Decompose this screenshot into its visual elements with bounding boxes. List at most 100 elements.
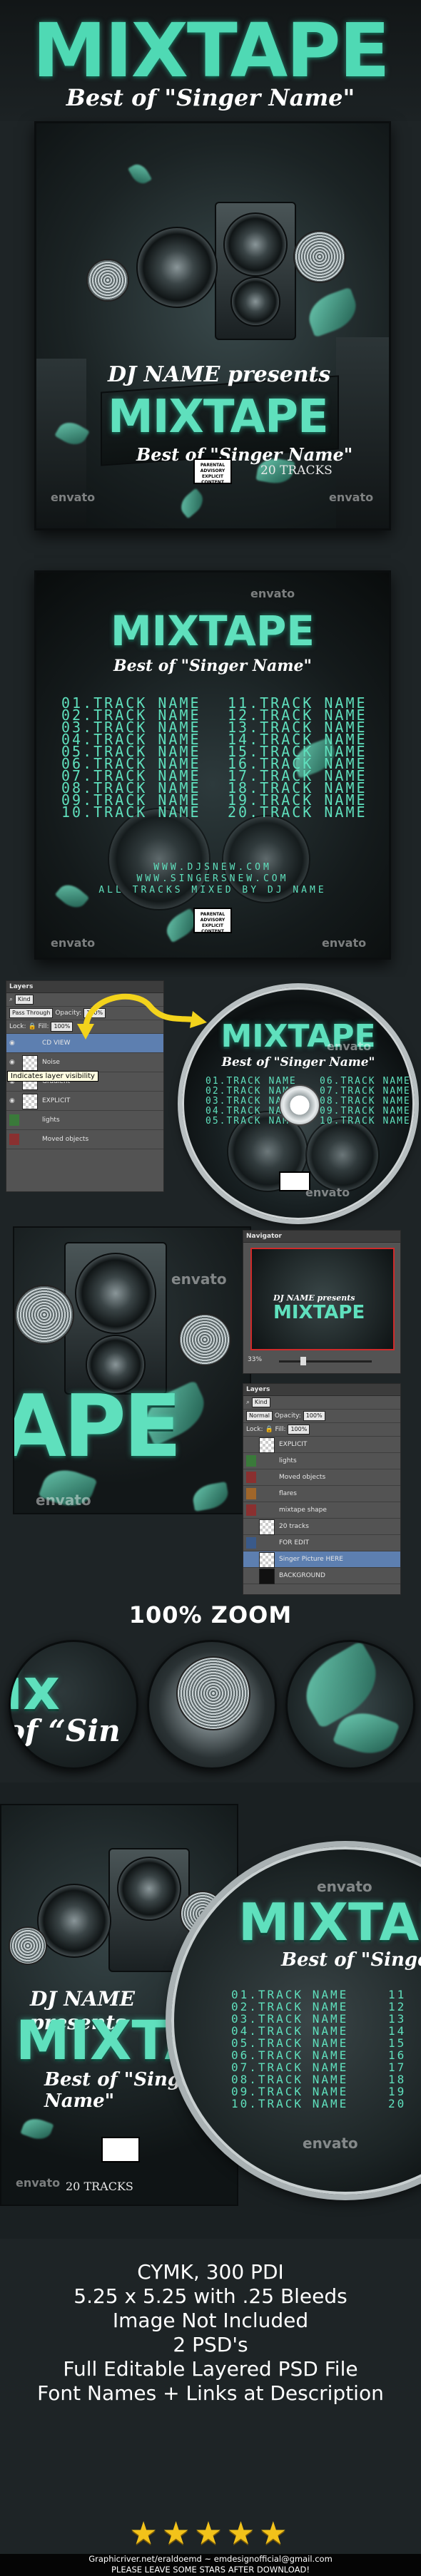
back-cover-preview: MIXTAPE Best of "Singer Name" 01.TRACK N… [34, 570, 391, 960]
layer-thumbnail [22, 1055, 38, 1071]
track-number: 11 [388, 1988, 407, 2001]
cover-title: MIXTAPE [108, 391, 329, 443]
envato-watermark: envato [51, 936, 96, 950]
microphone-head [178, 1313, 231, 1366]
layer-thumbnail [259, 1519, 275, 1535]
layer-row[interactable]: BACKGROUND [243, 1568, 400, 1584]
speaker-cone [230, 277, 280, 327]
layer-row[interactable]: EXPLICIT [243, 1437, 400, 1453]
building-shape [36, 359, 86, 528]
layer-color-tag [246, 1537, 256, 1549]
rating-stars-icon: ★★★★★ [129, 2515, 292, 2552]
navigator-panel: Navigator DJ NAME presents MIXTAPE 33% [243, 1230, 401, 1374]
opacity-label: Opacity: [274, 1412, 301, 1420]
track-item: 06.TRACK NAME [320, 1076, 411, 1087]
lock-icon[interactable]: 🔒 [28, 1023, 36, 1030]
envato-watermark: envato [329, 491, 374, 504]
layer-row[interactable]: Moved objects [6, 1130, 163, 1149]
envato-watermark: envato [36, 1492, 91, 1509]
layer-thumbnail [259, 1437, 275, 1453]
layer-color-tag [246, 1488, 256, 1499]
lock-icon[interactable]: 🔒 [265, 1426, 273, 1433]
layers-lock-bar: Lock: 🔒 Fill: 100% [243, 1423, 400, 1437]
back-cover-title: MIXTAPE [110, 607, 315, 655]
track-number: 15 [388, 2036, 407, 2050]
layer-row[interactable]: mixtape shape [243, 1502, 400, 1519]
track-item: 01.TRACK NAME [231, 1988, 349, 2001]
zoom-circle-title: ix of “Sin [9, 1640, 138, 1770]
layer-row[interactable]: lights [6, 1111, 163, 1130]
track-item: 08.TRACK NAME [231, 2073, 349, 2086]
layer-row[interactable]: ◉ EXPLICIT [6, 1092, 163, 1111]
zoom-slider-handle[interactable] [300, 1357, 306, 1365]
layers-filter-bar: ⌕ Kind [243, 1396, 400, 1410]
layer-color-tag [9, 1134, 19, 1145]
layer-row[interactable]: Singer Picture HERE [243, 1551, 400, 1568]
speaker-cone [37, 1884, 111, 1958]
layer-name: BACKGROUND [279, 1572, 325, 1579]
track-count: 20 TRACKS [260, 463, 333, 478]
eye-icon[interactable]: ◉ [9, 1040, 18, 1047]
track-item: 06.TRACK NAME [231, 2048, 349, 2062]
speaker-cone [136, 227, 218, 308]
track-item: 05.TRACK NAME [231, 2036, 349, 2050]
layer-name: EXPLICIT [279, 1441, 308, 1448]
fill-label: Fill: [38, 1023, 49, 1030]
kind-select[interactable]: Kind [14, 994, 34, 1005]
navigator-title: Navigator [243, 1231, 400, 1243]
layer-name: flares [279, 1490, 297, 1497]
composite-cd-subtitle: Best of "Singer Name" [281, 1949, 421, 1971]
lock-label: Lock: [246, 1426, 263, 1433]
back-cover-subtitle: Best of "Singer Name" [113, 657, 313, 675]
layer-name: Noise [42, 1059, 60, 1066]
track-number: 18 [388, 2073, 407, 2086]
footer: Graphicriver.net/eraldoemd ~ emdesignoff… [0, 2554, 421, 2576]
parental-advisory-logo [101, 2137, 140, 2162]
navigator-preview[interactable]: DJ NAME presents MIXTAPE [250, 1248, 395, 1350]
layer-thumbnail [259, 1569, 275, 1584]
layer-name: Moved objects [42, 1136, 89, 1143]
opacity-input[interactable]: 100% [303, 1410, 325, 1421]
flare-leaf [20, 2115, 54, 2143]
blend-mode-select[interactable]: Normal [246, 1410, 273, 1421]
search-icon[interactable]: ⌕ [9, 996, 13, 1003]
layer-row[interactable]: lights [243, 1453, 400, 1469]
kind-select[interactable]: Kind [251, 1397, 270, 1407]
envato-watermark: envato [171, 1271, 227, 1288]
web-credits: WWW.DJSNEW.COM WWW.SINGERSNEW.COM ALL TR… [36, 862, 389, 896]
track-number: 12 [388, 2000, 407, 2013]
header-title: MIXTAPE [32, 7, 390, 94]
blend-mode-select[interactable]: Pass Through [9, 1007, 54, 1018]
layer-row[interactable]: 20 tracks [243, 1519, 400, 1535]
zoom-slider[interactable] [279, 1360, 372, 1363]
layer-row[interactable]: Moved objects [243, 1469, 400, 1486]
layer-row[interactable]: ◉ Noise [6, 1053, 163, 1072]
layer-name: 20 tracks [279, 1523, 309, 1530]
track-item: 09.TRACK NAME [320, 1106, 411, 1117]
fill-label: Fill: [275, 1426, 286, 1433]
info-line: Image Not Included [112, 2309, 309, 2332]
track-item: 10.TRACK NAME [61, 804, 201, 821]
dj-line: DJ NAME presents [108, 362, 331, 387]
info-line: 5.25 x 5.25 with .25 Bleeds [73, 2284, 348, 2308]
track-number: 19 [388, 2085, 407, 2098]
track-number: 13 [388, 2012, 407, 2026]
fill-input[interactable]: 100% [288, 1424, 310, 1435]
speaker-cone [305, 1118, 380, 1192]
layer-row[interactable]: flares [243, 1486, 400, 1502]
microphone-head [176, 1656, 250, 1730]
microphone-head [86, 259, 129, 302]
composite-cd-tracklist: 01.TRACK NAME 02.TRACK NAME 03.TRACK NAM… [231, 1989, 348, 2110]
speaker-cone [117, 1857, 181, 1921]
eye-icon[interactable]: ◉ [9, 1097, 18, 1104]
web-line: WWW.DJSNEW.COM [153, 862, 272, 873]
track-item: 03.TRACK NAME [231, 2012, 349, 2026]
eye-icon[interactable]: ◉ [9, 1059, 18, 1066]
microphone-head [14, 1285, 74, 1345]
header-subtitle: Best of "Singer Name" [66, 84, 355, 111]
layer-row[interactable]: FOR EDIT [243, 1535, 400, 1551]
envato-watermark: envato [16, 2176, 61, 2190]
search-icon[interactable]: ⌕ [246, 1399, 250, 1406]
navigator-zoom[interactable]: 33% [248, 1356, 262, 1363]
cd-center-hole [279, 1084, 320, 1126]
